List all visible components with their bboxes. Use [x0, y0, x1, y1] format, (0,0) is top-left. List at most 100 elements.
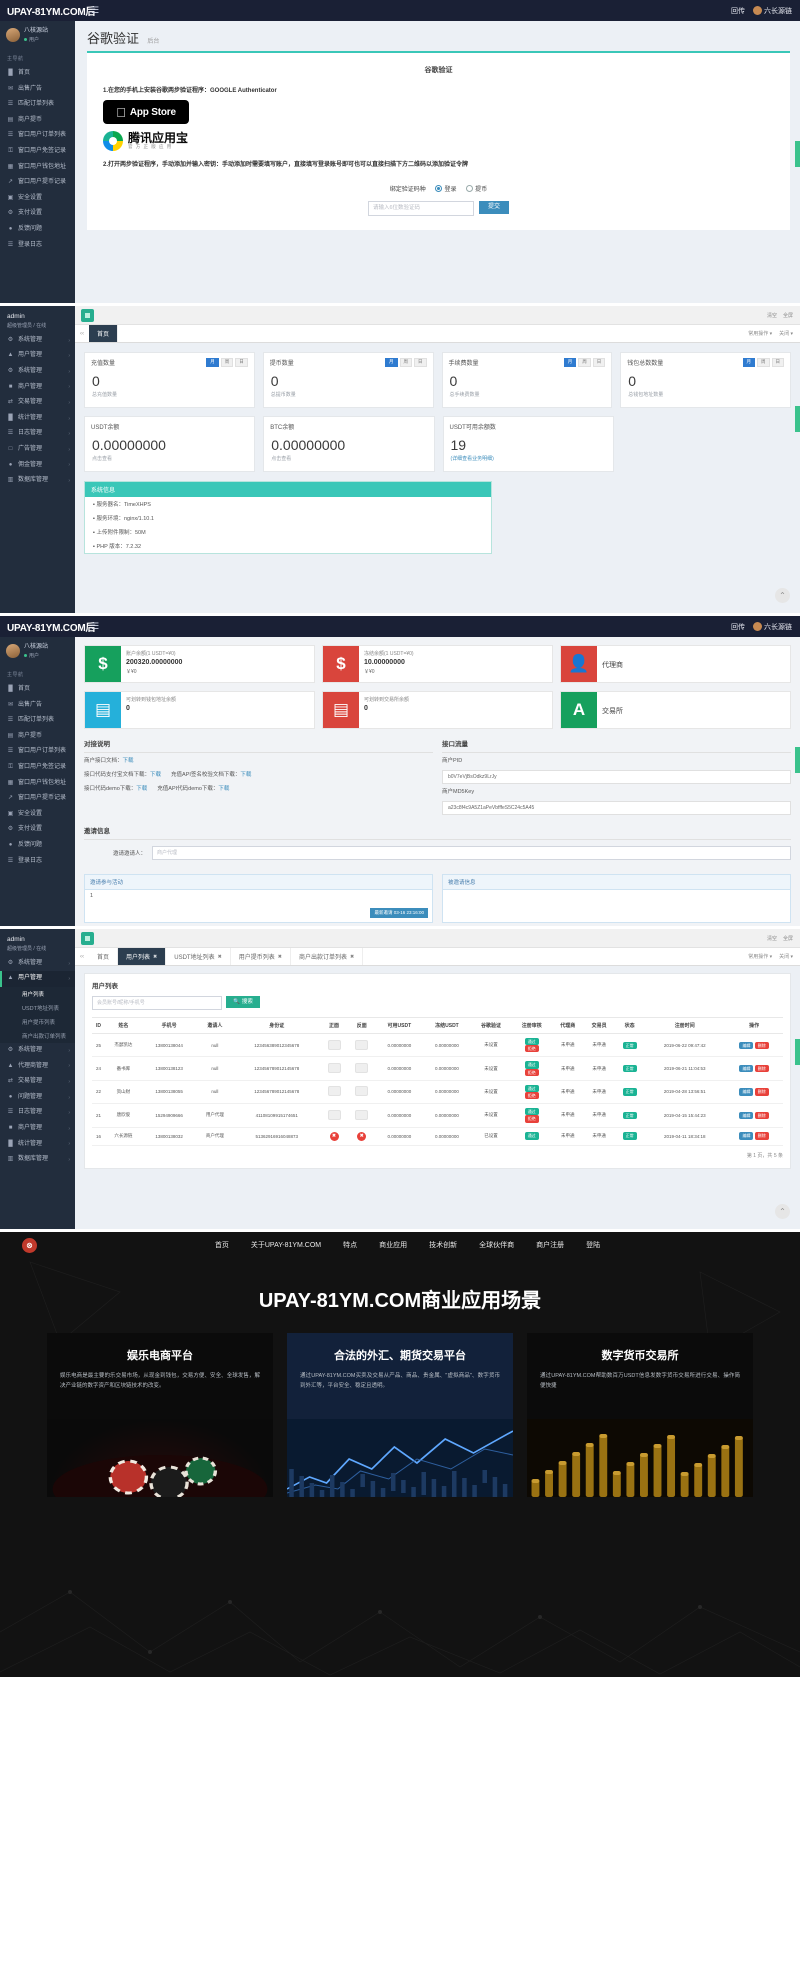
segment-月[interactable]: 月	[564, 358, 577, 367]
sidebar-user[interactable]: 八核源站 用户	[0, 637, 75, 664]
radio-login[interactable]	[435, 185, 442, 192]
balance-tile[interactable]: $ 冻结余额(1 USDT=¥0) 10.00000000 ￥¥0	[322, 645, 553, 683]
brand-logo[interactable]: UPAY-81YM.COM后	[0, 619, 82, 634]
sidebar-item-安全设置[interactable]: ▣安全设置	[0, 191, 75, 207]
audit-badge[interactable]: 拒绝	[525, 1092, 539, 1099]
audit-badge[interactable]: 拒绝	[525, 1115, 539, 1122]
search-button[interactable]: 🔍搜索	[226, 996, 260, 1008]
balance-card-caption[interactable]: 点击查看	[271, 455, 426, 462]
fullscreen-button[interactable]: 全屏	[783, 312, 793, 319]
sidebar-item-反馈问题[interactable]: ●反馈问题	[0, 838, 75, 854]
sidebar-item-窗口用户钱包地址[interactable]: ▦窗口用户钱包地址	[0, 160, 75, 176]
table-row[interactable]: 16六长源链13800138032商户代理51362916916048873✖✖…	[92, 1127, 783, 1145]
sidebar-item-窗口用户提币记录[interactable]: ↗窗口用户提币记录	[0, 791, 75, 807]
sidebar-item-数据库管理[interactable]: ▥数据库管理›	[0, 473, 75, 489]
download-link[interactable]: 下载	[218, 784, 229, 792]
sidebar-item-统计管理[interactable]: █统计管理›	[0, 1137, 75, 1153]
sidebar-item-系统管理[interactable]: ⚙系统管理›	[0, 333, 75, 349]
tab-home[interactable]: 首页	[89, 325, 118, 342]
sidebar-item-安全设置[interactable]: ▣安全设置	[0, 807, 75, 823]
segment-周[interactable]: 周	[221, 358, 234, 367]
balance-tile[interactable]: A 交易所	[560, 691, 791, 729]
sidebar-item-用户管理[interactable]: ▲用户管理›	[0, 348, 75, 364]
scroll-top-button[interactable]: ⌃	[775, 588, 790, 603]
sidebar-item-窗口用户订单列表[interactable]: ☰窗口用户订单列表	[0, 128, 75, 144]
sidebar-item-商户提币[interactable]: ▤商户提币	[0, 729, 75, 745]
sidebar-item-窗口用户订单列表[interactable]: ☰窗口用户订单列表	[0, 744, 75, 760]
id-photo-thumb[interactable]	[328, 1063, 341, 1073]
row-action-编辑[interactable]: 编辑	[739, 1042, 753, 1049]
row-action-编辑[interactable]: 编辑	[739, 1112, 753, 1119]
sidebar-item-系统管理[interactable]: ⚙系统管理›	[0, 956, 75, 972]
download-link[interactable]: 下载	[136, 784, 147, 792]
sidebar-item-日志管理[interactable]: ☰日志管理›	[0, 1105, 75, 1121]
search-input[interactable]: 会员账号/昵称/手机号	[92, 996, 222, 1010]
side-nub[interactable]	[795, 406, 800, 432]
navbar-user[interactable]: 六长源链	[753, 622, 792, 632]
id-photo-thumb[interactable]	[355, 1086, 368, 1096]
close-icon[interactable]: ✖	[153, 954, 157, 960]
sidebar-item-窗口用户钱包地址[interactable]: ▦窗口用户钱包地址	[0, 776, 75, 792]
segment-日[interactable]: 日	[593, 358, 606, 367]
sidebar-item-问题管理[interactable]: ●问题管理›	[0, 1090, 75, 1106]
landing-menu-item[interactable]: 商业应用	[379, 1240, 407, 1250]
sidebar-item-日志管理[interactable]: ☰日志管理›	[0, 426, 75, 442]
sidebar-item-首页[interactable]: █首页	[0, 682, 75, 698]
close-menu[interactable]: 关闭 ▾	[779, 330, 793, 337]
navbar-back-label[interactable]: 回传	[731, 622, 745, 632]
close-icon[interactable]: ✖	[218, 954, 222, 960]
sidebar-item-窗口用户提币记录[interactable]: ↗窗口用户提币记录	[0, 175, 75, 191]
tencent-appstore-button[interactable]: 腾讯应用宝 官 方 正 版 应 用	[103, 131, 790, 151]
table-row[interactable]: 25杰瑟凯达13800138044null1234563890123456780…	[92, 1034, 783, 1057]
audit-badge[interactable]: 通过	[525, 1061, 539, 1068]
sidebar-item-出售广告[interactable]: ✉出售广告	[0, 82, 75, 98]
close-icon[interactable]: ✖	[350, 954, 354, 960]
segment-月[interactable]: 月	[385, 358, 398, 367]
submit-button[interactable]: 提交	[479, 201, 509, 214]
sidebar-item-窗口用户免签记录[interactable]: ⚿窗口用户免签记录	[0, 760, 75, 776]
tab-用户列表[interactable]: 用户列表✖	[118, 948, 166, 965]
landing-menu-item[interactable]: 特点	[343, 1240, 357, 1250]
row-action-删除[interactable]: 删除	[755, 1088, 769, 1095]
segment-周[interactable]: 周	[757, 358, 770, 367]
common-ops-menu[interactable]: 常用操作 ▾	[748, 330, 772, 337]
site-logo-icon[interactable]: ⊗	[22, 1238, 37, 1253]
sidebar-toggle-icon[interactable]: ☰	[91, 5, 99, 16]
tab-scroll-left-icon[interactable]: ‹‹	[75, 325, 89, 342]
row-action-删除[interactable]: 删除	[755, 1065, 769, 1072]
row-action-编辑[interactable]: 编辑	[739, 1132, 753, 1139]
menu-toggle-button[interactable]	[81, 932, 94, 945]
sidebar-subitem-用户列表[interactable]: 用户列表	[0, 987, 75, 1001]
sidebar-item-统计管理[interactable]: █统计管理›	[0, 411, 75, 427]
invite-input[interactable]: 商户代理	[152, 846, 791, 860]
radio-withdraw[interactable]	[466, 185, 473, 192]
sidebar-item-支付设置[interactable]: ⚙支付设置	[0, 206, 75, 222]
sidebar-item-交易管理[interactable]: ⇄交易管理›	[0, 1074, 75, 1090]
audit-badge[interactable]: 通过	[525, 1132, 539, 1139]
sidebar-item-匹配订单列表[interactable]: ☰匹配订单列表	[0, 713, 75, 729]
audit-badge[interactable]: 通过	[525, 1108, 539, 1115]
sidebar-item-用户管理[interactable]: ▲用户管理›	[0, 971, 75, 987]
download-link[interactable]: 下载	[150, 770, 161, 778]
landing-card[interactable]: 娱乐电商平台 娱乐电商是最主要的乐交易市场，从现金到钱包，交易方便、安全、全球发…	[47, 1333, 273, 1497]
tab-商户出款订单列表[interactable]: 商户出款订单列表✖	[291, 948, 363, 965]
segment-周[interactable]: 周	[400, 358, 413, 367]
id-photo-thumb[interactable]	[355, 1040, 368, 1050]
sidebar-item-登录日志[interactable]: ☰登录日志	[0, 238, 75, 254]
audit-badge[interactable]: 拒绝	[525, 1069, 539, 1076]
sidebar-item-交易管理[interactable]: ⇄交易管理›	[0, 395, 75, 411]
navbar-back-label[interactable]: 回传	[731, 6, 745, 16]
clear-button[interactable]: 清空	[767, 935, 777, 942]
sidebar-item-反馈问题[interactable]: ●反馈问题	[0, 222, 75, 238]
navbar-user[interactable]: 六长源链	[753, 6, 792, 16]
sidebar-item-代理商管理[interactable]: ▲代理商管理›	[0, 1059, 75, 1075]
audit-badge[interactable]: 通过	[525, 1038, 539, 1045]
row-action-编辑[interactable]: 编辑	[739, 1088, 753, 1095]
verify-code-input[interactable]: 请输入6位数验证码	[368, 201, 474, 216]
row-action-删除[interactable]: 删除	[755, 1112, 769, 1119]
landing-menu-item[interactable]: 全球伙伴商	[479, 1240, 514, 1250]
sidebar-item-首页[interactable]: █首页	[0, 66, 75, 82]
landing-menu-item[interactable]: 关于UPAY-81YM.COM	[251, 1240, 321, 1250]
brand-logo[interactable]: UPAY-81YM.COM后	[0, 3, 82, 18]
segment-月[interactable]: 月	[743, 358, 756, 367]
